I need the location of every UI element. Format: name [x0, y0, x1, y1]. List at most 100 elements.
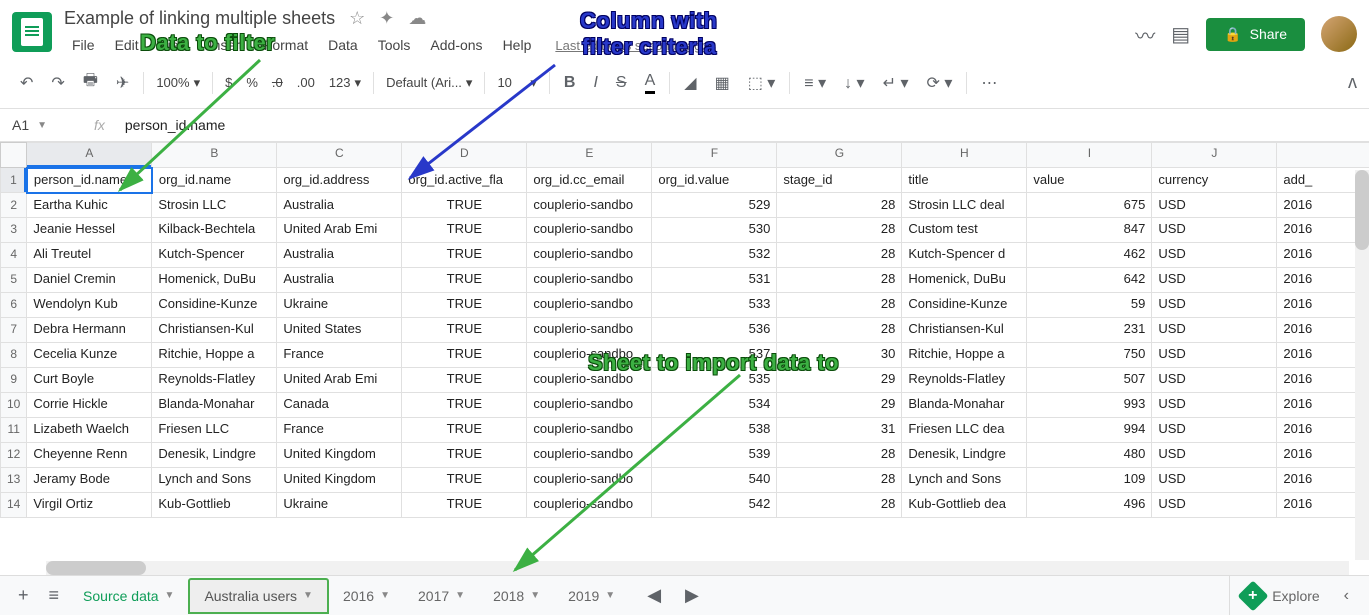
share-button[interactable]: 🔒 Share [1206, 18, 1305, 51]
horizontal-scrollbar[interactable] [46, 561, 1349, 575]
cell[interactable]: couplerio-sandbo [527, 193, 652, 218]
sheet-tab-source-data[interactable]: Source data▼ [69, 578, 188, 614]
cell[interactable]: Homenick, DuBu [902, 268, 1027, 293]
cell[interactable]: couplerio-sandbo [527, 318, 652, 343]
cell[interactable]: 539 [652, 443, 777, 468]
col-header-D[interactable]: D [402, 143, 527, 168]
merge-button[interactable]: ⬚ ▾ [740, 67, 784, 99]
cell[interactable]: org_id.name [152, 168, 277, 193]
cell[interactable]: 28 [777, 493, 902, 518]
cell[interactable]: Cecelia Kunze [27, 343, 152, 368]
row-header[interactable]: 13 [1, 468, 27, 493]
cell[interactable]: couplerio-sandbo [527, 293, 652, 318]
cell[interactable]: title [902, 168, 1027, 193]
cell[interactable]: couplerio-sandbo [527, 243, 652, 268]
currency-button[interactable]: $ [219, 71, 238, 94]
menu-tools[interactable]: Tools [370, 33, 419, 57]
cell[interactable]: 994 [1027, 418, 1152, 443]
fill-color-button[interactable]: ◢ [676, 67, 704, 99]
cell[interactable]: Debra Hermann [27, 318, 152, 343]
cell[interactable]: Kub-Gottlieb [152, 493, 277, 518]
row-header[interactable]: 1 [1, 168, 27, 193]
horizontal-align-button[interactable]: ≡ ▾ [796, 67, 834, 99]
cell[interactable]: 529 [652, 193, 777, 218]
cell[interactable]: United Arab Emi [277, 368, 402, 393]
col-header-I[interactable]: I [1027, 143, 1152, 168]
tab-menu-icon[interactable]: ▼ [380, 590, 390, 601]
menu-data[interactable]: Data [320, 33, 366, 57]
row-header[interactable]: 4 [1, 243, 27, 268]
cell[interactable]: 531 [652, 268, 777, 293]
cell[interactable]: TRUE [402, 493, 527, 518]
cell[interactable]: couplerio-sandbo [527, 218, 652, 243]
cell[interactable]: 536 [652, 318, 777, 343]
star-icon[interactable]: ☆ [349, 8, 365, 29]
cell[interactable]: USD [1152, 418, 1277, 443]
col-header-J[interactable]: J [1152, 143, 1277, 168]
cell[interactable]: couplerio-sandbo [527, 368, 652, 393]
document-title[interactable]: Example of linking multiple sheets [64, 8, 335, 29]
cell[interactable]: 642 [1027, 268, 1152, 293]
cell[interactable]: TRUE [402, 218, 527, 243]
tab-menu-icon[interactable]: ▼ [605, 590, 615, 601]
cell[interactable]: Australia [277, 243, 402, 268]
cell[interactable]: 542 [652, 493, 777, 518]
grid[interactable]: ABCDEFGHIJ1person_id.nameorg_id.nameorg_… [0, 142, 1369, 532]
bold-button[interactable]: B [556, 68, 584, 98]
col-header-H[interactable]: H [902, 143, 1027, 168]
cell[interactable]: 30 [777, 343, 902, 368]
cell[interactable]: Considine-Kunze [152, 293, 277, 318]
cell[interactable]: USD [1152, 393, 1277, 418]
cell-reference[interactable]: A1▼ [8, 113, 78, 137]
cell[interactable]: 109 [1027, 468, 1152, 493]
col-header-E[interactable]: E [527, 143, 652, 168]
cell[interactable]: 462 [1027, 243, 1152, 268]
sheet-tab-2016[interactable]: 2016▼ [329, 578, 404, 614]
cell[interactable]: Kutch-Spencer d [902, 243, 1027, 268]
menu-help[interactable]: Help [495, 33, 540, 57]
row-header[interactable]: 11 [1, 418, 27, 443]
row-header[interactable]: 5 [1, 268, 27, 293]
cell[interactable]: TRUE [402, 418, 527, 443]
row-header[interactable]: 14 [1, 493, 27, 518]
cell[interactable]: USD [1152, 243, 1277, 268]
cell[interactable]: USD [1152, 368, 1277, 393]
cell[interactable]: France [277, 343, 402, 368]
cloud-icon[interactable]: ☁ [408, 8, 426, 29]
cell[interactable]: Friesen LLC [152, 418, 277, 443]
cell[interactable]: 31 [777, 418, 902, 443]
formula-input[interactable] [121, 113, 1361, 137]
decrease-decimal-button[interactable]: .0 [266, 71, 289, 94]
vertical-align-button[interactable]: ↓ ▾ [836, 67, 872, 99]
row-header[interactable]: 8 [1, 343, 27, 368]
cell[interactable]: 496 [1027, 493, 1152, 518]
cell[interactable]: 750 [1027, 343, 1152, 368]
menu-edit[interactable]: Edit [107, 33, 147, 57]
tab-menu-icon[interactable]: ▼ [303, 590, 313, 601]
cell[interactable]: 537 [652, 343, 777, 368]
text-wrap-button[interactable]: ↵ ▾ [875, 67, 917, 99]
row-header[interactable]: 6 [1, 293, 27, 318]
number-format-dropdown[interactable]: 123 ▾ [323, 71, 367, 95]
cell[interactable]: couplerio-sandbo [527, 393, 652, 418]
cell[interactable]: Kutch-Spencer [152, 243, 277, 268]
cell[interactable]: 28 [777, 293, 902, 318]
cell[interactable]: 530 [652, 218, 777, 243]
cell[interactable]: Reynolds-Flatley [152, 368, 277, 393]
cell[interactable]: Jeramy Bode [27, 468, 152, 493]
col-header-C[interactable]: C [277, 143, 402, 168]
cell[interactable]: couplerio-sandbo [527, 418, 652, 443]
cell[interactable]: USD [1152, 443, 1277, 468]
cell[interactable]: TRUE [402, 468, 527, 493]
cell[interactable]: Considine-Kunze [902, 293, 1027, 318]
cell[interactable]: Christiansen-Kul [152, 318, 277, 343]
add-sheet-button[interactable]: + [8, 577, 39, 614]
sheet-tab-2019[interactable]: 2019▼ [554, 578, 629, 614]
cell[interactable]: 538 [652, 418, 777, 443]
cell[interactable]: 28 [777, 468, 902, 493]
cell[interactable]: Kilback-Bechtela [152, 218, 277, 243]
cell[interactable]: Eartha Kuhic [27, 193, 152, 218]
cell[interactable]: couplerio-sandbo [527, 493, 652, 518]
cell[interactable]: org_id.value [652, 168, 777, 193]
sheet-tab-australia-users[interactable]: Australia users▼ [188, 578, 329, 614]
